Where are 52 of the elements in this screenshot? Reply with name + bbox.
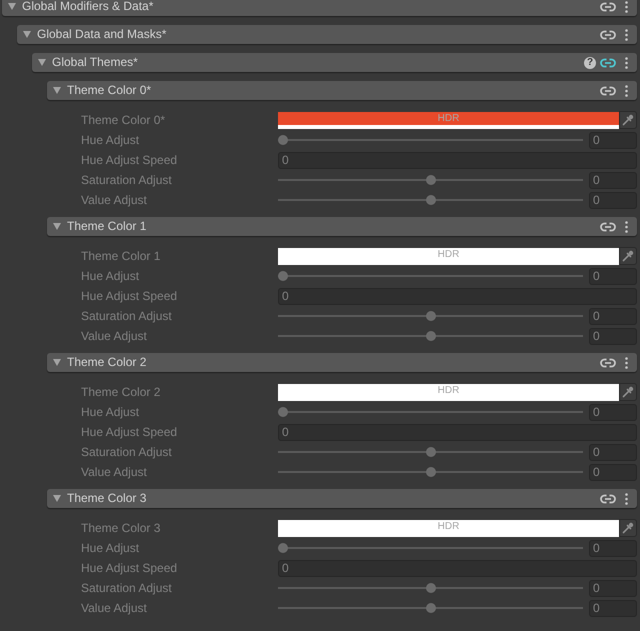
property-label: Hue Adjust Speed bbox=[81, 153, 178, 167]
property-label: Hue Adjust Speed bbox=[81, 425, 178, 439]
property-label: Saturation Adjust bbox=[81, 581, 173, 595]
property-label: Value Adjust bbox=[81, 601, 148, 615]
property-label: Hue Adjust bbox=[81, 269, 140, 283]
kebab-menu-icon[interactable] bbox=[625, 0, 628, 12]
eyedropper-icon bbox=[622, 386, 634, 398]
eyedropper-button[interactable] bbox=[619, 383, 637, 401]
foldout-header[interactable]: Global Modifiers & Data* bbox=[2, 0, 637, 16]
kebab-menu-icon[interactable] bbox=[625, 356, 628, 368]
property-label: Value Adjust bbox=[81, 329, 148, 343]
kebab-menu-icon[interactable] bbox=[625, 28, 628, 40]
foldout-header[interactable]: Global Themes* ? bbox=[32, 53, 637, 72]
help-icon[interactable]: ? bbox=[584, 56, 596, 68]
foldout-title: Theme Color 3 bbox=[67, 490, 148, 507]
link-icon[interactable] bbox=[600, 30, 616, 40]
foldout-header[interactable]: Global Data and Masks* bbox=[17, 25, 637, 44]
foldout-title: Global Themes* bbox=[52, 54, 139, 71]
property-label: Hue Adjust bbox=[81, 541, 140, 555]
caret-icon[interactable] bbox=[23, 31, 31, 38]
foldout-title: Theme Color 2 bbox=[67, 354, 148, 371]
property-label: Hue Adjust Speed bbox=[81, 289, 178, 303]
foldout-title: Theme Color 1 bbox=[67, 218, 148, 235]
kebab-menu-icon[interactable] bbox=[625, 56, 628, 68]
property-label: Hue Adjust bbox=[81, 133, 140, 147]
eyedropper-icon bbox=[622, 522, 634, 534]
property-label: Value Adjust bbox=[81, 193, 148, 207]
link-icon[interactable] bbox=[600, 58, 616, 68]
property-label: Hue Adjust Speed bbox=[81, 561, 178, 575]
property-label: Theme Color 0* bbox=[81, 113, 166, 127]
property-label: Value Adjust bbox=[81, 465, 148, 479]
eyedropper-icon bbox=[622, 114, 634, 126]
property-label: Saturation Adjust bbox=[81, 173, 173, 187]
caret-icon[interactable] bbox=[38, 59, 46, 66]
caret-icon[interactable] bbox=[8, 3, 16, 10]
eyedropper-button[interactable] bbox=[619, 247, 637, 265]
eyedropper-icon bbox=[622, 250, 634, 262]
kebab-menu-icon[interactable] bbox=[625, 492, 628, 504]
eyedropper-button[interactable] bbox=[619, 519, 637, 537]
property-label: Hue Adjust bbox=[81, 405, 140, 419]
kebab-menu-icon[interactable] bbox=[625, 220, 628, 232]
property-label: Saturation Adjust bbox=[81, 445, 173, 459]
property-label: Theme Color 2 bbox=[81, 385, 162, 399]
foldout-title: Theme Color 0* bbox=[67, 82, 152, 99]
link-icon[interactable] bbox=[600, 2, 616, 12]
property-label: Theme Color 3 bbox=[81, 521, 162, 535]
foldout-title: Global Modifiers & Data* bbox=[22, 0, 154, 15]
eyedropper-button[interactable] bbox=[619, 111, 637, 129]
foldout-title: Global Data and Masks* bbox=[37, 26, 168, 43]
property-label: Theme Color 1 bbox=[81, 249, 162, 263]
kebab-menu-icon[interactable] bbox=[625, 84, 628, 96]
property-label: Saturation Adjust bbox=[81, 309, 173, 323]
